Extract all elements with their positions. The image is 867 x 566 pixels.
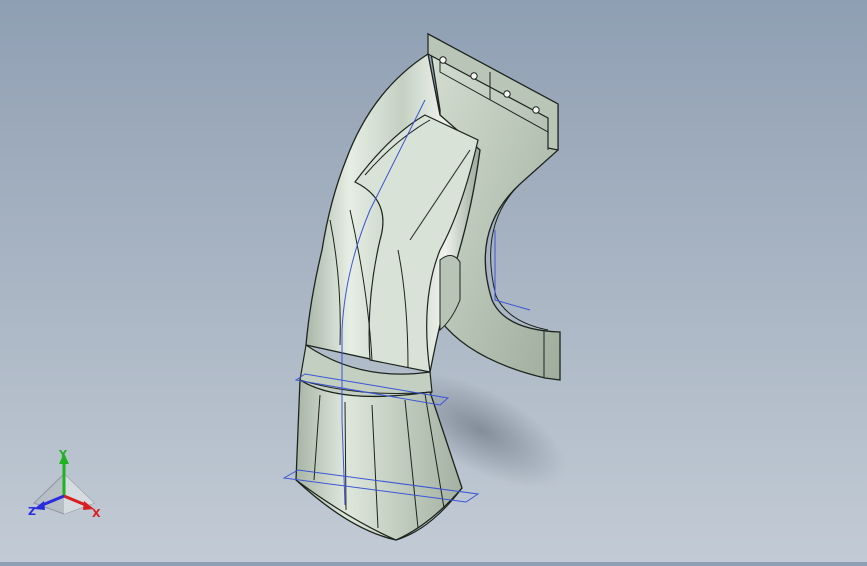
y-axis-label: Y	[58, 448, 68, 461]
model-view[interactable]	[0, 0, 867, 562]
bolt-hole	[532, 106, 540, 114]
bolt-hole	[470, 72, 478, 80]
reference-triad[interactable]: Y X Z	[24, 448, 104, 522]
bolt-hole	[503, 90, 511, 98]
graphics-viewport[interactable]: Y X Z	[0, 0, 867, 562]
z-axis-label: Z	[28, 505, 36, 518]
x-axis-label: X	[92, 507, 101, 520]
bolt-hole	[439, 56, 447, 64]
